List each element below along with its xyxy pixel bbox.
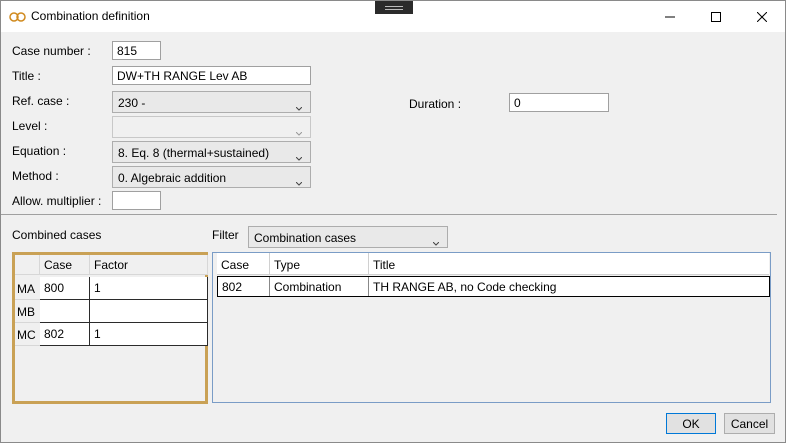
chevron-down-icon: [432, 235, 440, 246]
row-header[interactable]: MC: [15, 323, 40, 346]
link-icon: [9, 11, 29, 23]
column-header-type[interactable]: Type: [270, 253, 369, 275]
title-field[interactable]: DW+TH RANGE Lev AB: [112, 66, 311, 85]
equation-label: Equation :: [12, 144, 67, 158]
column-header-title[interactable]: Title: [369, 253, 769, 275]
ref-case-value: 230 -: [118, 96, 146, 110]
column-header-case[interactable]: Case: [217, 253, 270, 275]
allow-multiplier-field[interactable]: [112, 191, 161, 210]
case-cell[interactable]: 802: [40, 323, 90, 346]
close-icon: [757, 11, 767, 22]
type-cell: Combination: [270, 277, 369, 296]
case-cell: 802: [218, 277, 270, 296]
factor-cell[interactable]: [90, 300, 208, 323]
column-header-case[interactable]: Case: [40, 255, 90, 275]
window-title: Combination definition: [31, 9, 150, 23]
level-select[interactable]: [112, 116, 311, 138]
case-number-label: Case number :: [12, 44, 91, 58]
filter-value: Combination cases: [254, 231, 357, 245]
maximize-button[interactable]: [693, 1, 739, 32]
table-row[interactable]: 802 Combination TH RANGE AB, no Code che…: [217, 276, 770, 297]
filter-label: Filter: [212, 228, 239, 242]
title-bar: Combination definition: [1, 1, 785, 32]
separator: [1, 214, 777, 215]
minimize-icon: [665, 12, 675, 22]
equation-value: 8. Eq. 8 (thermal+sustained): [118, 146, 270, 160]
cancel-button[interactable]: Cancel: [724, 413, 775, 434]
filtered-cases-grid[interactable]: Case Type Title 802 Combination TH RANGE…: [212, 252, 771, 403]
method-label: Method :: [12, 169, 59, 183]
minimize-button[interactable]: [647, 1, 693, 32]
title-label: Title :: [12, 69, 41, 83]
ok-button[interactable]: OK: [666, 413, 716, 434]
filter-select[interactable]: Combination cases: [248, 226, 448, 248]
method-value: 0. Algebraic addition: [118, 171, 227, 185]
factor-cell[interactable]: 1: [90, 323, 208, 346]
allow-multiplier-label: Allow. multiplier :: [12, 194, 102, 208]
combined-cases-grid[interactable]: Case Factor MA 800 1 MB MC 802 1: [12, 252, 208, 404]
close-button[interactable]: [739, 1, 785, 32]
case-number-field[interactable]: 815: [112, 41, 161, 60]
drag-handle[interactable]: [375, 1, 413, 14]
row-header[interactable]: MB: [15, 300, 40, 323]
chevron-down-icon: [295, 125, 303, 136]
factor-cell[interactable]: 1: [90, 277, 208, 300]
equation-select[interactable]: 8. Eq. 8 (thermal+sustained): [112, 141, 311, 163]
case-cell[interactable]: 800: [40, 277, 90, 300]
combined-cases-label: Combined cases: [12, 228, 102, 242]
ref-case-select[interactable]: 230 -: [112, 91, 311, 113]
column-header-factor[interactable]: Factor: [90, 255, 208, 275]
duration-label: Duration :: [409, 97, 462, 111]
duration-field[interactable]: 0: [509, 93, 609, 112]
maximize-icon: [711, 11, 721, 22]
chevron-down-icon: [295, 100, 303, 111]
chevron-down-icon: [295, 175, 303, 186]
ref-case-label: Ref. case :: [12, 94, 70, 108]
level-label: Level :: [12, 119, 48, 133]
row-header[interactable]: MA: [15, 277, 40, 300]
grid-corner: [15, 255, 40, 275]
case-cell[interactable]: [40, 300, 90, 323]
combination-definition-dialog: Combination definition Case number : 815…: [0, 0, 786, 443]
method-select[interactable]: 0. Algebraic addition: [112, 166, 311, 188]
title-cell: TH RANGE AB, no Code checking: [373, 280, 557, 294]
chevron-down-icon: [295, 150, 303, 161]
